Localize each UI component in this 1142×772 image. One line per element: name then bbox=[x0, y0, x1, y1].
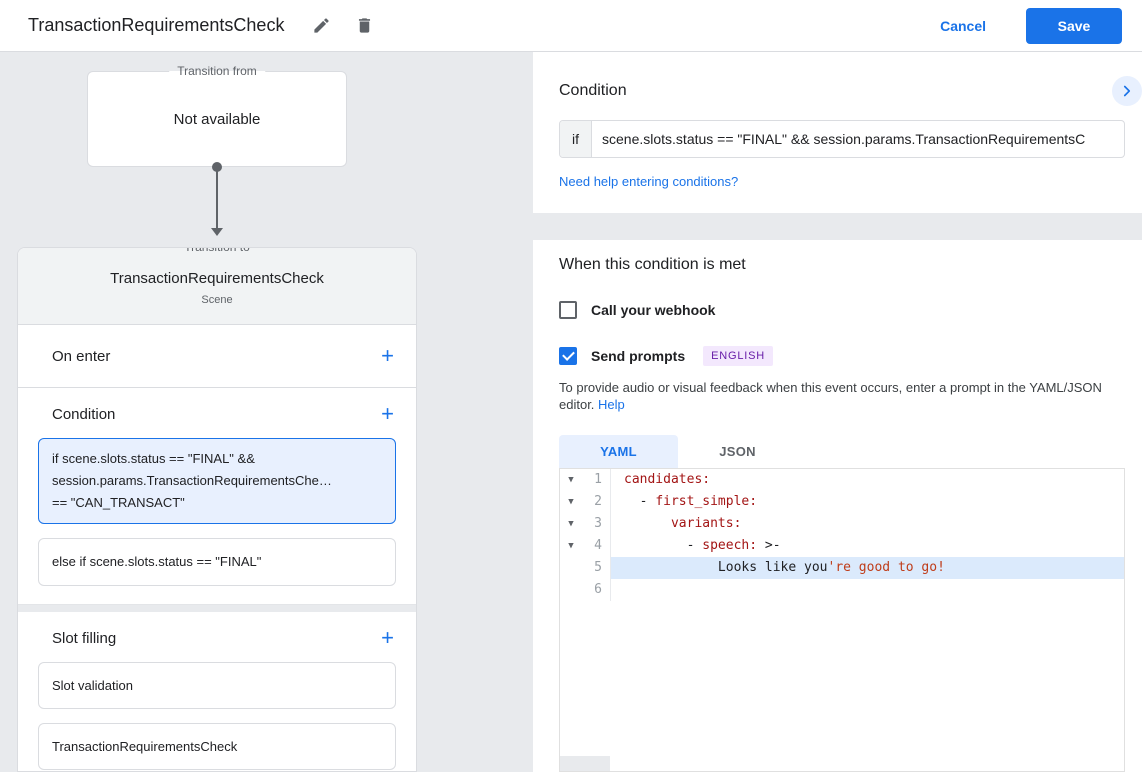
condition-help-link[interactable]: Need help entering conditions? bbox=[559, 174, 738, 189]
line-number: 3 bbox=[582, 513, 604, 535]
transition-from-label: Transition from bbox=[169, 63, 265, 79]
gutter-divider bbox=[604, 579, 611, 601]
trash-icon bbox=[355, 16, 374, 35]
condition-section: Condition + if scene.slots.status == "FI… bbox=[18, 388, 416, 604]
pencil-icon bbox=[312, 16, 331, 35]
line-number: 1 bbox=[582, 469, 604, 491]
gutter-divider bbox=[604, 513, 611, 535]
line-number: 6 bbox=[582, 579, 604, 601]
slot-filling-section: Slot filling + Slot validation Transacti… bbox=[18, 612, 416, 772]
line-number: 2 bbox=[582, 491, 604, 513]
cancel-button[interactable]: Cancel bbox=[934, 17, 992, 35]
condition-expression-row: if bbox=[559, 120, 1125, 158]
code-line: ▼ 1 candidates: bbox=[560, 469, 1124, 491]
on-enter-section[interactable]: On enter + bbox=[18, 325, 416, 388]
slot-item[interactable]: TransactionRequirementsCheck bbox=[38, 723, 396, 770]
fold-icon[interactable]: ▼ bbox=[560, 469, 582, 491]
prompt-description-text: To provide audio or visual feedback when… bbox=[559, 380, 1102, 412]
send-prompts-row: Send prompts ENGLISH bbox=[559, 346, 1125, 366]
condition-expression-input[interactable] bbox=[592, 121, 1124, 157]
transition-to-label: Transition to bbox=[176, 247, 258, 255]
slot-filling-section-header: Slot filling + bbox=[18, 612, 416, 660]
editor-tabs: YAML JSON bbox=[559, 435, 1125, 468]
slot-item[interactable]: Slot validation bbox=[38, 662, 396, 709]
help-link[interactable]: Help bbox=[598, 397, 625, 412]
webhook-label: Call your webhook bbox=[591, 302, 715, 318]
code-line: ▼ 2 - first_simple: bbox=[560, 491, 1124, 513]
chevron-right-icon bbox=[1118, 82, 1136, 100]
send-prompts-label: Send prompts bbox=[591, 348, 685, 364]
transition-from-box: Transition from Not available bbox=[87, 71, 347, 167]
panel-section-divider bbox=[533, 213, 1142, 240]
main-content: Transition from Not available Transition… bbox=[0, 52, 1142, 772]
editor-scrollbar[interactable] bbox=[560, 756, 610, 771]
prompt-description: To provide audio or visual feedback when… bbox=[559, 379, 1125, 413]
scene-type-label: Scene bbox=[18, 294, 416, 306]
add-condition-button[interactable]: + bbox=[381, 404, 394, 424]
condition-item-selected[interactable]: if scene.slots.status == "FINAL" && sess… bbox=[38, 438, 396, 524]
delete-scene-button[interactable] bbox=[351, 12, 378, 39]
fold-spacer bbox=[560, 579, 582, 601]
edit-title-button[interactable] bbox=[308, 12, 335, 39]
add-slot-button[interactable]: + bbox=[381, 628, 394, 648]
code-line: ▼ 3 variants: bbox=[560, 513, 1124, 535]
on-enter-title: On enter bbox=[52, 348, 110, 365]
code-line: 6 bbox=[560, 579, 1124, 601]
collapse-panel-button[interactable] bbox=[1112, 76, 1142, 106]
fold-icon[interactable]: ▼ bbox=[560, 491, 582, 513]
topbar-actions: Cancel Save bbox=[934, 8, 1122, 44]
language-badge: ENGLISH bbox=[703, 346, 773, 366]
fold-icon[interactable]: ▼ bbox=[560, 513, 582, 535]
gutter-divider bbox=[604, 491, 611, 513]
scene-card: Transition to TransactionRequirementsChe… bbox=[17, 247, 417, 772]
slot-filling-section-title: Slot filling bbox=[52, 630, 116, 647]
yaml-editor[interactable]: ▼ 1 candidates: ▼ 2 - first_simple: ▼ 3 … bbox=[559, 468, 1125, 772]
fold-spacer bbox=[560, 557, 582, 579]
connector-arrow-icon bbox=[211, 228, 223, 236]
if-label: if bbox=[560, 121, 592, 157]
gutter-divider bbox=[604, 469, 611, 491]
tab-yaml[interactable]: YAML bbox=[559, 435, 678, 468]
connector-line bbox=[216, 167, 218, 229]
page-title: TransactionRequirementsCheck bbox=[28, 15, 284, 36]
add-on-enter-button[interactable]: + bbox=[381, 346, 394, 366]
condition-section-header: Condition + bbox=[18, 388, 416, 436]
scene-card-header: Transition to TransactionRequirementsChe… bbox=[18, 248, 416, 325]
scene-flow-panel: Transition from Not available Transition… bbox=[0, 52, 533, 772]
section-divider bbox=[18, 604, 416, 612]
when-condition-title: When this condition is met bbox=[559, 256, 1125, 274]
gutter-divider bbox=[604, 535, 611, 557]
save-button[interactable]: Save bbox=[1026, 8, 1122, 44]
condition-section-title: Condition bbox=[52, 406, 115, 423]
webhook-row: Call your webhook bbox=[559, 301, 1125, 319]
line-number: 4 bbox=[582, 535, 604, 557]
transition-from-value: Not available bbox=[174, 111, 261, 128]
code-line: ▼ 4 - speech: >- bbox=[560, 535, 1124, 557]
fold-icon[interactable]: ▼ bbox=[560, 535, 582, 557]
webhook-checkbox[interactable] bbox=[559, 301, 577, 319]
send-prompts-checkbox[interactable] bbox=[559, 347, 577, 365]
condition-editor-panel: Condition if Need help entering conditio… bbox=[533, 52, 1142, 772]
gutter-divider bbox=[604, 557, 611, 579]
line-number: 5 bbox=[582, 557, 604, 579]
tab-json[interactable]: JSON bbox=[678, 435, 797, 468]
code-line-highlighted: 5 Looks like you're good to go! bbox=[560, 557, 1124, 579]
topbar: TransactionRequirementsCheck Cancel Save bbox=[0, 0, 1142, 52]
condition-panel-title: Condition bbox=[559, 82, 1125, 100]
condition-item[interactable]: else if scene.slots.status == "FINAL" bbox=[38, 538, 396, 586]
